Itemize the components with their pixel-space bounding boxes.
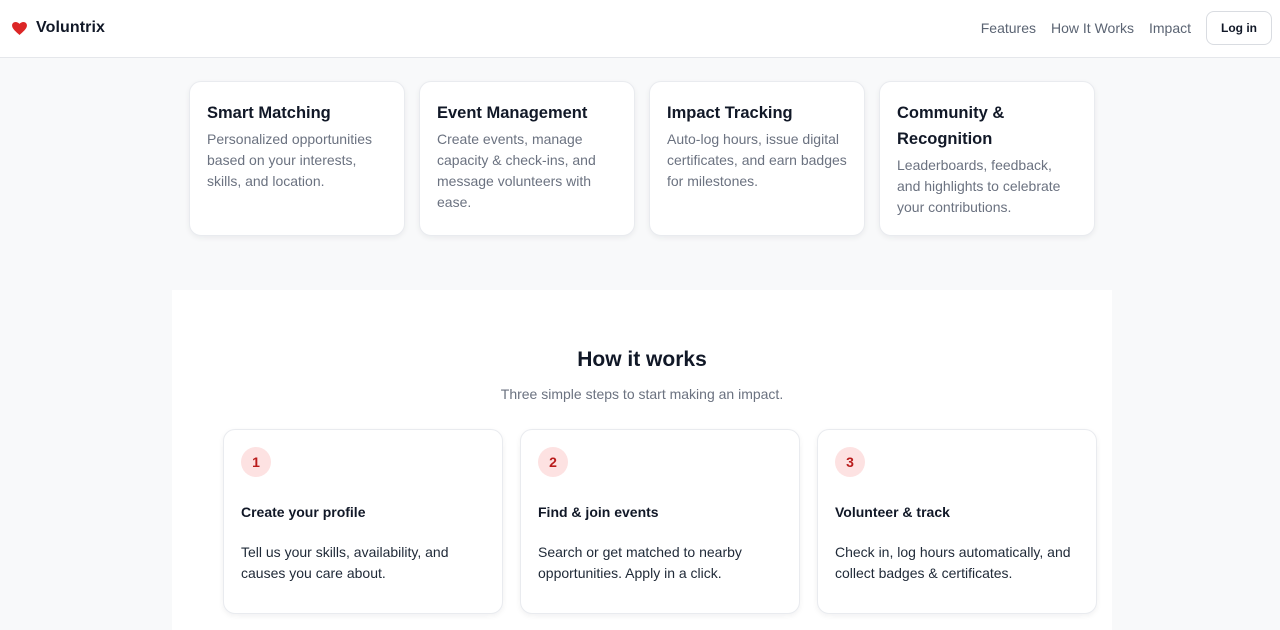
step-card-2: 2 Find & join events Search or get match… (520, 429, 800, 614)
feature-title: Community & Recognition (897, 104, 1005, 148)
step-title: Create your profile (241, 504, 366, 520)
step-number-badge: 3 (835, 447, 865, 477)
feature-card-impact-tracking: Impact Tracking Auto-log hours, issue di… (649, 81, 865, 236)
nav-link-features[interactable]: Features (981, 20, 1036, 36)
feature-description: Create events, manage capacity & check-i… (437, 131, 596, 210)
features-section: Smart Matching Personalized opportunitie… (189, 81, 1095, 236)
step-card-3: 3 Volunteer & track Check in, log hours … (817, 429, 1097, 614)
feature-card-community-recognition: Community & Recognition Leaderboards, fe… (879, 81, 1095, 236)
feature-card-smart-matching: Smart Matching Personalized opportunitie… (189, 81, 405, 236)
feature-description: Leaderboards, feedback, and highlights t… (897, 157, 1061, 215)
step-title: Volunteer & track (835, 504, 950, 520)
step-description: Check in, log hours automatically, and c… (835, 544, 1071, 581)
feature-description: Personalized opportunities based on your… (207, 131, 372, 189)
how-it-works-section: How it works Three simple steps to start… (172, 290, 1112, 630)
section-subtitle: Three simple steps to start making an im… (500, 386, 784, 402)
brand-logo-link[interactable]: Voluntrix (12, 17, 105, 39)
nav-links: Features How It Works Impact Log in (981, 11, 1272, 45)
section-title: How it works (577, 348, 707, 371)
step-number-badge: 2 (538, 447, 568, 477)
nav-link-impact[interactable]: Impact (1149, 20, 1191, 36)
step-description: Tell us your skills, availability, and c… (241, 544, 449, 581)
steps-list: 1 Create your profile Tell us your skill… (223, 429, 1097, 614)
feature-title: Impact Tracking (667, 104, 793, 122)
nav-link-how-it-works[interactable]: How It Works (1051, 20, 1134, 36)
feature-card-event-management: Event Management Create events, manage c… (419, 81, 635, 236)
step-title: Find & join events (538, 504, 659, 520)
heart-icon (12, 21, 27, 35)
feature-title: Smart Matching (207, 104, 331, 122)
feature-title: Event Management (437, 104, 588, 122)
login-button[interactable]: Log in (1206, 11, 1272, 45)
step-description: Search or get matched to nearby opportun… (538, 544, 742, 581)
step-card-1: 1 Create your profile Tell us your skill… (223, 429, 503, 614)
top-navbar: Voluntrix Features How It Works Impact L… (0, 0, 1280, 58)
brand-name: Voluntrix (36, 19, 106, 36)
step-number-badge: 1 (241, 447, 271, 477)
feature-description: Auto-log hours, issue digital certificat… (667, 131, 847, 189)
